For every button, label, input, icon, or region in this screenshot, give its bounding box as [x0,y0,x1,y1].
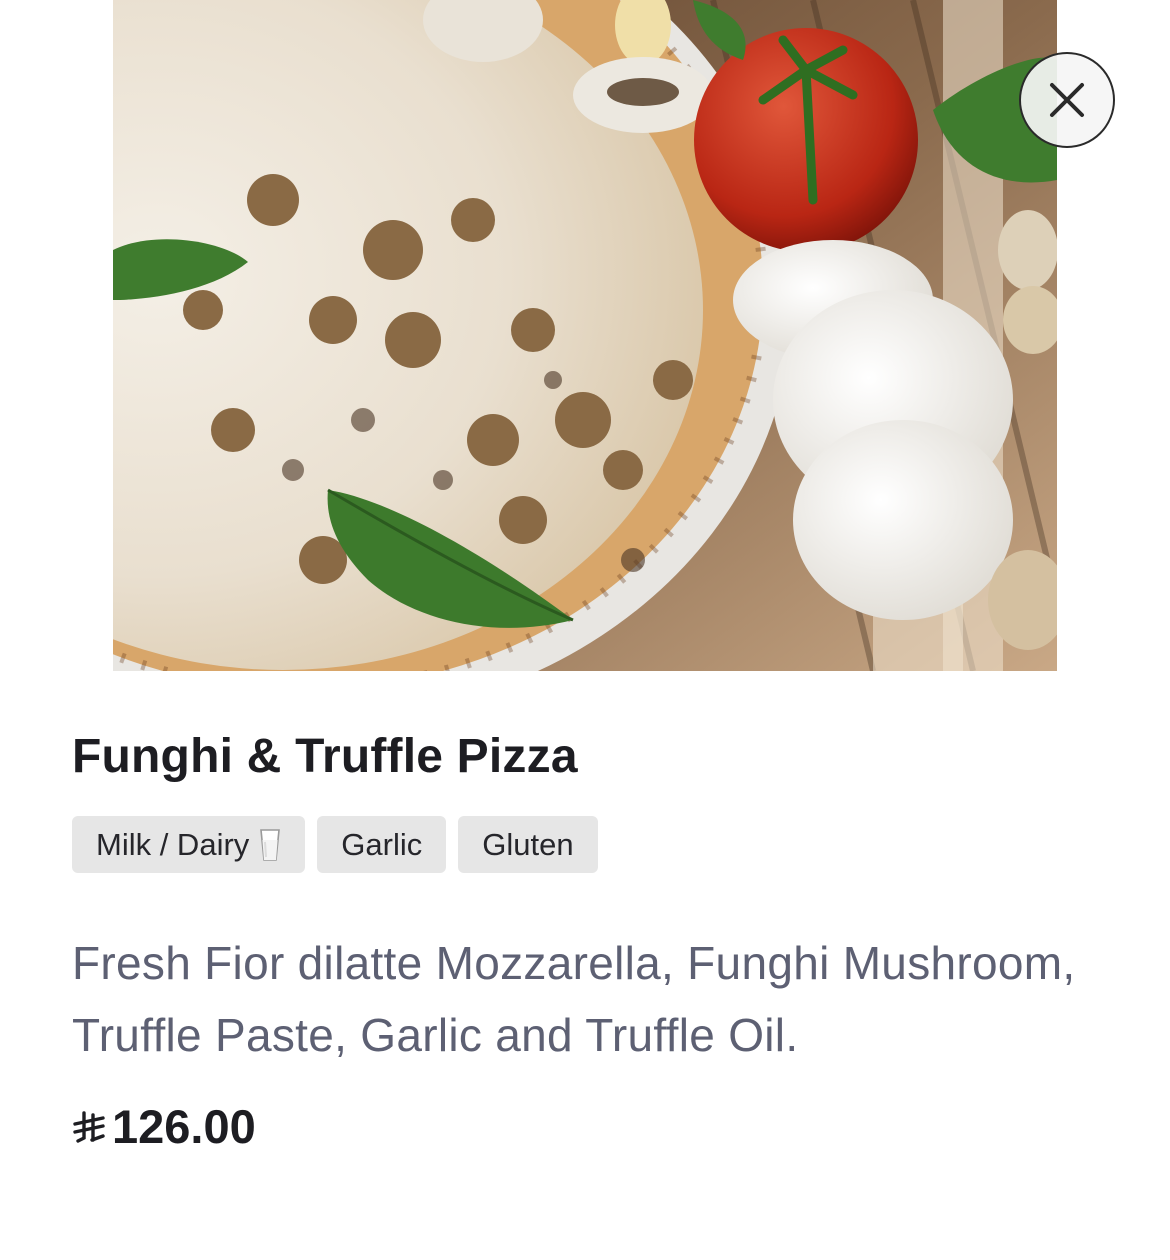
allergen-tag-garlic: Garlic [317,816,447,873]
allergen-tag-label: Milk / Dairy [96,827,250,862]
close-button[interactable] [1019,52,1115,148]
milk-glass-icon [260,828,281,861]
close-icon [1050,83,1084,117]
item-details: Funghi & Truffle Pizza Milk / Dairy Garl… [72,700,1092,1154]
price-value: 126.00 [112,1100,256,1153]
allergen-tag-label: Garlic [341,827,423,862]
item-title: Funghi & Truffle Pizza [72,730,578,783]
allergen-tag-milk-dairy: Milk / Dairy [72,816,306,873]
item-photo [113,0,1057,671]
allergen-tag-label: Gluten [482,827,574,862]
allergen-tag-gluten: Gluten [458,816,598,873]
item-price: 126.00 [72,1099,1092,1154]
item-detail-modal: Funghi & Truffle Pizza Milk / Dairy Garl… [0,0,1170,1260]
saudi-riyal-icon [73,1110,105,1143]
allergen-tags: Milk / Dairy Garlic Gluten [72,816,1092,873]
item-description: Fresh Fior dilatte Mozzarella, Funghi Mu… [72,937,1076,1061]
